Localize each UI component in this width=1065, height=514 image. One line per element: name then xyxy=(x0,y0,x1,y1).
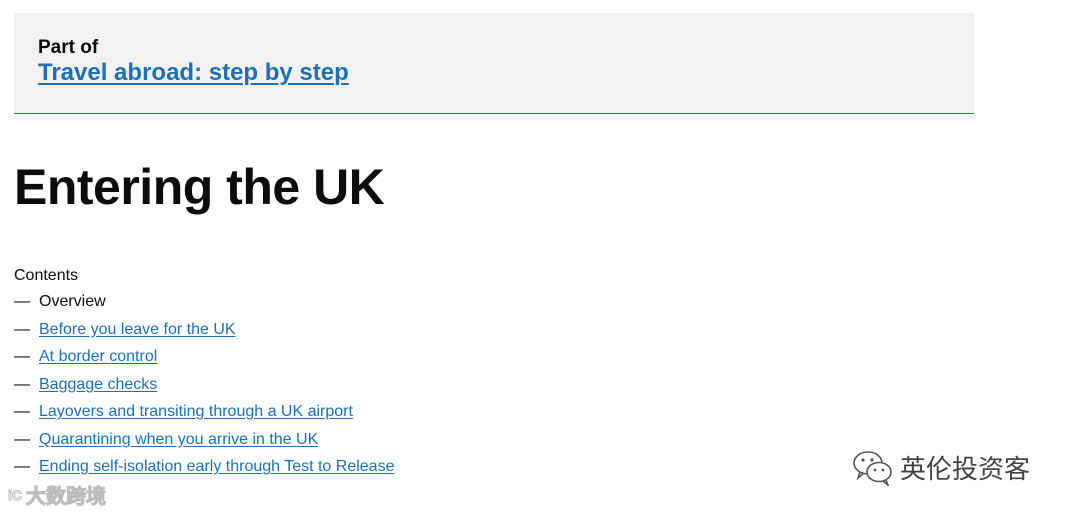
watermark-right-text: 英伦投资客 xyxy=(900,453,1031,484)
contents-link-border-control[interactable]: At border control xyxy=(39,348,157,365)
contents-item: — Baggage checks xyxy=(14,375,614,403)
contents-list: — Overview — Before you leave for the UK… xyxy=(14,292,614,485)
contents-nav: Contents — Overview — Before you leave f… xyxy=(14,266,614,485)
dash-marker: — xyxy=(14,430,30,448)
dash-marker: — xyxy=(14,375,30,393)
contents-heading: Contents xyxy=(14,267,79,284)
contents-item-overview: — Overview xyxy=(14,292,614,320)
watermark-right: 英伦投资客 xyxy=(852,448,1030,486)
dash-marker: — xyxy=(14,403,30,420)
step-by-step-link[interactable]: Travel abroad: step by step xyxy=(38,61,349,85)
dash-marker: — xyxy=(14,293,30,310)
watermark-left: iC 大数跨境 xyxy=(8,480,107,509)
contents-link-layovers[interactable]: Layovers and transiting through a UK air… xyxy=(39,403,353,420)
contents-link-before-you-leave[interactable]: Before you leave for the UK xyxy=(39,321,236,338)
contents-link-quarantining[interactable]: Quarantining when you arrive in the UK xyxy=(39,431,318,448)
contents-item: — Layovers and transiting through a UK a… xyxy=(14,402,614,430)
step-nav-header: Part of Travel abroad: step by step xyxy=(14,13,974,114)
watermark-logo: iC xyxy=(8,486,23,503)
dash-marker: — xyxy=(14,320,30,338)
page: Part of Travel abroad: step by step Ente… xyxy=(0,0,1065,514)
contents-item: — Before you leave for the UK xyxy=(14,320,614,348)
dash-marker: — xyxy=(14,458,30,475)
contents-link-test-to-release[interactable]: Ending self-isolation early through Test… xyxy=(39,458,394,475)
contents-link-baggage-checks[interactable]: Baggage checks xyxy=(39,376,157,393)
contents-current-item: Overview xyxy=(39,293,106,310)
wechat-icon xyxy=(853,451,892,486)
page-title: Entering the UK xyxy=(14,159,385,215)
part-of-label: Part of xyxy=(38,37,99,58)
dash-marker: — xyxy=(14,348,30,365)
contents-item: — At border control xyxy=(14,347,614,375)
watermark-left-text: 大数跨境 xyxy=(26,486,107,509)
contents-item: — Quarantining when you arrive in the UK xyxy=(14,430,614,458)
